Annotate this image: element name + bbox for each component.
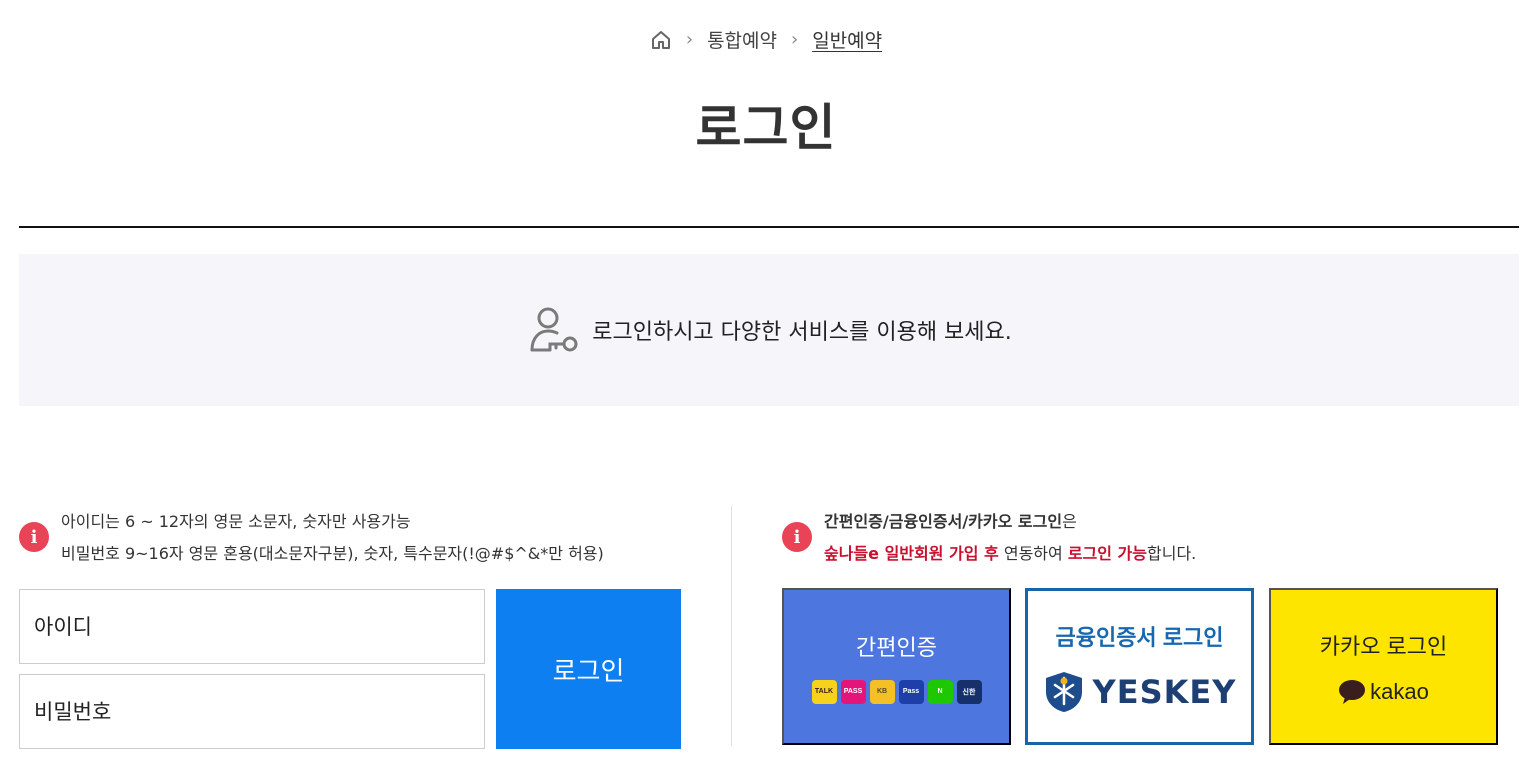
- info-icon: i: [782, 522, 812, 552]
- provider-icon: Pass: [898, 679, 924, 704]
- provider-icon: N: [927, 679, 953, 704]
- section-divider: [731, 506, 732, 746]
- auth-notice-methods: 간편인증/금융인증서/카카오 로그인: [824, 512, 1063, 531]
- id-login-section: i 아이디는 6 ~ 12자의 영문 소문자, 숫자만 사용가능 비밀번호 9~…: [19, 506, 681, 749]
- login-notice: i 아이디는 6 ~ 12자의 영문 소문자, 숫자만 사용가능 비밀번호 9~…: [19, 506, 681, 570]
- id-input[interactable]: [34, 614, 484, 639]
- kakao-login-button[interactable]: 카카오 로그인 kakao: [1269, 588, 1498, 745]
- home-icon[interactable]: [650, 29, 672, 51]
- password-rule-text: 비밀번호 9~16자 영문 혼용(대소문자구분), 숫자, 특수문자(!@#$^…: [61, 544, 604, 563]
- auth-notice-possible: 로그인 가능: [1067, 544, 1147, 563]
- financial-cert-label: 금융인증서 로그인: [1055, 624, 1224, 650]
- simple-auth-label: 간편인증: [856, 634, 937, 660]
- page-title: 로그인: [695, 99, 837, 157]
- provider-icon: TALK: [811, 679, 837, 704]
- yeskey-logo: YESKEY: [1043, 670, 1237, 714]
- provider-icon: KB: [869, 679, 895, 704]
- user-key-icon: [526, 303, 580, 357]
- financial-cert-button[interactable]: 금융인증서 로그인 YESKEY: [1025, 588, 1254, 745]
- provider-icon: 신한: [956, 679, 982, 704]
- yeskey-wordmark: YESKEY: [1092, 672, 1237, 711]
- breadcrumb-item-general[interactable]: 일반예약: [812, 26, 882, 53]
- alternate-auth-section: i 간편인증/금융인증서/카카오 로그인은 숲나들e 일반회원 가입 후 연동하…: [782, 506, 1502, 745]
- login-banner: 로그인하시고 다양한 서비스를 이용해 보세요.: [19, 254, 1519, 406]
- auth-notice-suffix: 은: [1062, 512, 1077, 531]
- chevron-right-icon: ›: [685, 29, 694, 50]
- login-form: 로그인: [19, 589, 681, 749]
- shield-icon: [1045, 671, 1082, 712]
- kakao-login-label: 카카오 로그인: [1319, 633, 1448, 659]
- chevron-right-icon: ›: [791, 29, 799, 50]
- speech-bubble-icon: [1339, 679, 1366, 704]
- password-input[interactable]: [34, 699, 484, 724]
- auth-notice-link: 연동하여: [998, 544, 1068, 563]
- info-icon: i: [19, 522, 49, 552]
- kakao-wordmark: kakao: [1370, 678, 1429, 704]
- auth-buttons: 간편인증 TALK PASS KB Pass N 신한 금융인증서 로그인 YESKEY …: [782, 588, 1502, 745]
- simple-auth-button[interactable]: 간편인증 TALK PASS KB Pass N 신한: [782, 588, 1011, 745]
- provider-icon: PASS: [840, 679, 866, 704]
- breadcrumb: › 통합예약 › 일반예약: [0, 26, 1532, 53]
- password-field-box: [19, 674, 485, 749]
- auth-notice: i 간편인증/금융인증서/카카오 로그인은 숲나들e 일반회원 가입 후 연동하…: [782, 506, 1502, 570]
- id-field-box: [19, 589, 485, 664]
- title-divider: [19, 226, 1519, 228]
- simple-auth-provider-icons: TALK PASS KB Pass N 신한: [811, 679, 982, 704]
- id-rule-text: 아이디는 6 ~ 12자의 영문 소문자, 숫자만 사용가능: [61, 512, 411, 531]
- auth-notice-end: 합니다.: [1147, 544, 1197, 563]
- banner-message: 로그인하시고 다양한 서비스를 이용해 보세요.: [592, 320, 1012, 345]
- login-button[interactable]: 로그인: [496, 589, 681, 749]
- breadcrumb-item-integrated[interactable]: 통합예약: [707, 26, 777, 53]
- kakao-logo: kakao: [1338, 679, 1429, 705]
- auth-notice-signup: 숲나들e 일반회원 가입 후: [824, 544, 999, 563]
